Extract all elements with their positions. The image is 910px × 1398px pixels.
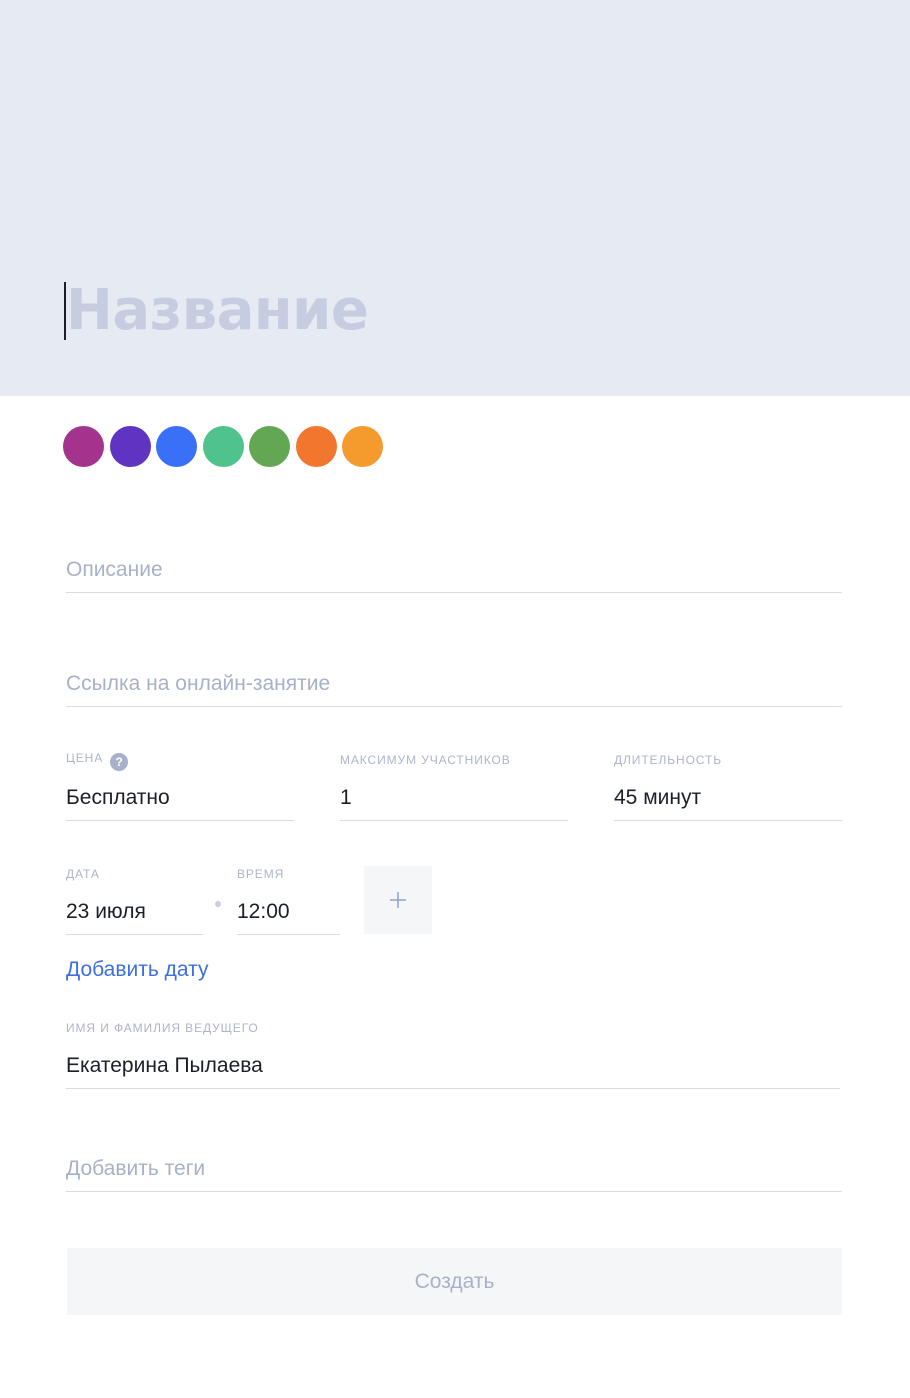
date-value: 23 июля <box>66 900 146 923</box>
cover-header: Название <box>0 0 910 396</box>
tags-placeholder: Добавить теги <box>66 1157 206 1180</box>
price-label-row: ЦЕНА? <box>66 750 129 771</box>
date-time-separator <box>215 901 221 907</box>
create-button[interactable]: Создать <box>67 1248 842 1315</box>
color-swatch-amber[interactable] <box>342 426 383 467</box>
text-caret <box>64 282 66 340</box>
color-swatch-violet[interactable] <box>109 426 151 467</box>
add-date-link[interactable]: Добавить дату <box>66 956 208 984</box>
add-time-button[interactable] <box>364 866 432 934</box>
title-input[interactable]: Название <box>64 278 369 344</box>
online-link-input[interactable]: Ссылка на онлайн-занятие <box>66 670 842 707</box>
duration-input[interactable]: 45 минут <box>614 784 842 821</box>
color-picker <box>63 426 389 468</box>
max-participants-input[interactable]: 1 <box>340 784 568 821</box>
color-swatch-green[interactable] <box>249 426 290 467</box>
max-participants-label: МАКСИМУМ УЧАСТНИКОВ <box>340 753 511 767</box>
time-value: 12:00 <box>237 900 290 923</box>
description-placeholder: Описание <box>66 558 163 581</box>
question-icon[interactable]: ? <box>110 753 129 771</box>
date-label: ДАТА <box>66 867 100 881</box>
color-swatch-teal[interactable] <box>202 426 244 467</box>
price-input[interactable]: Бесплатно <box>66 784 294 821</box>
color-swatch-orange[interactable] <box>295 426 337 467</box>
online-link-placeholder: Ссылка на онлайн-занятие <box>66 672 331 695</box>
max-participants-value: 1 <box>340 786 352 809</box>
description-input[interactable]: Описание <box>66 556 842 593</box>
host-input[interactable]: Екатерина Пылаева <box>66 1052 840 1089</box>
price-value: Бесплатно <box>66 786 170 809</box>
create-button-label: Создать <box>414 1269 495 1293</box>
color-swatch-blue[interactable] <box>156 426 197 467</box>
time-label: ВРЕМЯ <box>237 867 285 881</box>
tags-input[interactable]: Добавить теги <box>66 1155 842 1192</box>
host-label: ИМЯ И ФАМИЛИЯ ВЕДУЩЕГО <box>66 1021 259 1035</box>
date-input[interactable]: 23 июля <box>66 898 203 935</box>
duration-value: 45 минут <box>614 786 702 809</box>
host-value: Екатерина Пылаева <box>66 1054 263 1077</box>
price-label: ЦЕНА <box>66 751 104 765</box>
color-swatch-magenta[interactable] <box>63 426 104 467</box>
duration-label: ДЛИТЕЛЬНОСТЬ <box>614 753 722 767</box>
time-input[interactable]: 12:00 <box>237 898 340 935</box>
plus-icon <box>390 892 406 908</box>
